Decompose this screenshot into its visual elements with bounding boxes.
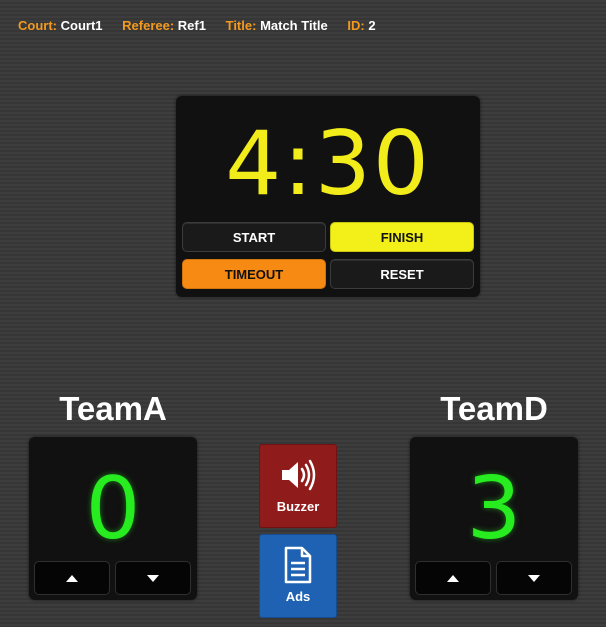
id-value: 2 [368,18,376,33]
finish-button[interactable]: FINISH [330,222,474,252]
arrow-down-icon [147,574,159,582]
court-value: Court1 [60,18,103,33]
team-left-decrement-button[interactable] [115,561,191,595]
court-label: Court: [18,18,57,33]
team-right-decrement-button[interactable] [496,561,572,595]
referee-info: Referee: Ref1 [122,18,206,33]
buzzer-label: Buzzer [276,499,320,514]
team-right-increment-button[interactable] [415,561,491,595]
team-left-name: TeamA [59,390,167,427]
document-icon [283,546,313,584]
title-info: Title: Match Title [226,18,328,33]
referee-label: Referee: [122,18,175,33]
referee-value: Ref1 [177,18,206,33]
court-info: Court: Court1 [18,18,103,33]
team-right-score-panel: 3 [410,437,578,600]
match-info-bar: Court: Court1 Referee: Ref1 Title: Match… [18,18,392,33]
arrow-up-icon [66,574,78,582]
timer-panel: 4:30 START FINISH TIMEOUT RESET [176,96,480,297]
id-info: ID: 2 [347,18,375,33]
team-left-increment-button[interactable] [34,561,110,595]
team-right-name: TeamD [440,390,548,427]
ads-label: Ads [285,589,311,604]
speaker-icon [279,457,317,493]
buzzer-button[interactable]: Buzzer [259,444,337,528]
arrow-up-icon [447,574,459,582]
reset-button[interactable]: RESET [330,259,474,289]
start-button[interactable]: START [182,222,326,252]
team-right-score: 3 [466,459,522,559]
arrow-down-icon [528,574,540,582]
game-clock: 4:30 [225,112,431,215]
title-value: Match Title [260,18,328,33]
team-left-score: 0 [85,459,141,559]
id-label: ID: [347,18,365,33]
timeout-button[interactable]: TIMEOUT [182,259,326,289]
title-label: Title: [225,18,257,33]
ads-button[interactable]: Ads [259,534,337,618]
team-left-score-panel: 0 [29,437,197,600]
